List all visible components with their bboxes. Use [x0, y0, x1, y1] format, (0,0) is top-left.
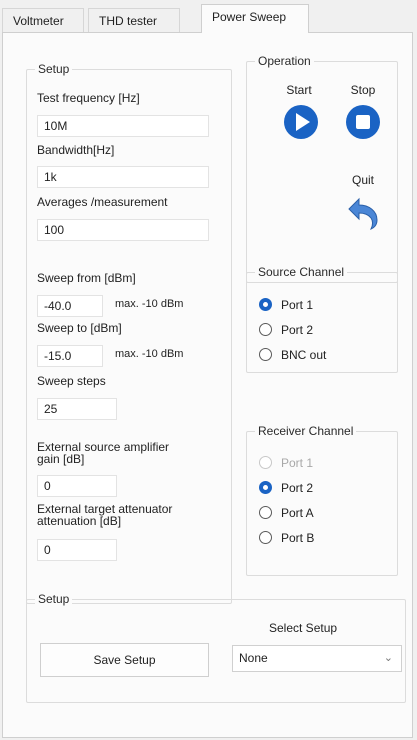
sweep-to-input[interactable]: -15.0 — [37, 345, 103, 367]
source-port2-label: Port 2 — [281, 323, 314, 337]
ext-att-input[interactable]: 0 — [37, 539, 117, 561]
ext-amp-input[interactable]: 0 — [37, 475, 117, 497]
ext-att-label-line2: attenuation [dB] — [37, 514, 122, 528]
quit-label: Quit — [351, 173, 374, 187]
averages-input[interactable]: 100 — [37, 219, 209, 241]
stop-label: Stop — [350, 83, 376, 97]
radio-checked-icon — [259, 481, 272, 494]
radio-unchecked-icon — [259, 323, 272, 336]
tab-voltmeter-label: Voltmeter — [13, 14, 64, 28]
sweep-from-max-label: max. -10 dBm — [115, 298, 184, 310]
receiver-port2-label: Port 2 — [281, 481, 314, 495]
test-frequency-input[interactable]: 10M — [37, 115, 209, 137]
source-channel-title: Source Channel — [255, 265, 348, 279]
save-setup-label: Save Setup — [93, 653, 156, 667]
receiver-portA-label: Port A — [281, 506, 314, 520]
tab-power-sweep[interactable]: Power Sweep — [201, 4, 309, 33]
sweep-steps-label: Sweep steps — [37, 374, 106, 388]
sweep-from-input[interactable]: -40.0 — [37, 295, 103, 317]
sweep-to-max-label: max. -10 dBm — [115, 348, 184, 360]
operation-group-title: Operation — [255, 54, 314, 68]
start-label: Start — [286, 83, 312, 97]
chevron-down-icon: ⌄ — [383, 652, 393, 664]
sweep-steps-input[interactable]: 25 — [37, 398, 117, 420]
bottom-setup-title: Setup — [35, 592, 73, 606]
source-bnc-radio[interactable]: BNC out — [259, 346, 326, 364]
ext-att-label: External target attenuator attenuation [… — [37, 503, 172, 527]
radio-unchecked-icon — [259, 348, 272, 361]
receiver-port2-radio[interactable]: Port 2 — [259, 479, 313, 497]
power-sweep-panel: Setup Test frequency [Hz] 10M Bandwidth[… — [2, 32, 413, 738]
source-bnc-label: BNC out — [281, 348, 327, 362]
receiver-port1-label: Port 1 — [281, 456, 314, 470]
ext-amp-label-line2: gain [dB] — [37, 452, 85, 466]
receiver-channel-title: Receiver Channel — [255, 424, 357, 438]
radio-unchecked-icon — [259, 506, 272, 519]
source-port2-radio[interactable]: Port 2 — [259, 321, 313, 339]
bandwidth-label: Bandwidth[Hz] — [37, 143, 115, 157]
radio-disabled-icon — [259, 456, 272, 469]
tab-bar: Voltmeter THD tester Power Sweep — [0, 0, 417, 33]
source-port1-radio[interactable]: Port 1 — [259, 296, 313, 314]
tab-thd-tester[interactable]: THD tester — [88, 8, 180, 32]
radio-unchecked-icon — [259, 531, 272, 544]
select-setup-label: Select Setup — [269, 621, 338, 635]
select-setup-value: None — [239, 651, 268, 665]
save-setup-button[interactable]: Save Setup — [40, 643, 209, 677]
receiver-port1-radio: Port 1 — [259, 454, 313, 472]
sweep-from-label: Sweep from [dBm] — [37, 271, 136, 285]
receiver-portB-label: Port B — [281, 531, 315, 545]
source-port1-label: Port 1 — [281, 298, 314, 312]
play-icon — [284, 105, 318, 139]
setup-group-title: Setup — [35, 62, 73, 76]
tab-power-sweep-label: Power Sweep — [212, 10, 287, 24]
stop-icon — [346, 105, 380, 139]
ext-amp-label: External source amplifier gain [dB] — [37, 441, 169, 465]
averages-label: Averages /measurement — [37, 195, 168, 209]
bandwidth-input[interactable]: 1k — [37, 166, 209, 188]
receiver-portB-radio[interactable]: Port B — [259, 529, 314, 547]
undo-arrow-icon — [348, 197, 378, 230]
stop-button[interactable] — [345, 104, 381, 140]
start-button[interactable] — [283, 104, 319, 140]
test-frequency-label: Test frequency [Hz] — [37, 91, 140, 105]
quit-button[interactable] — [343, 193, 383, 233]
select-setup-dropdown[interactable]: None ⌄ — [232, 645, 402, 672]
receiver-portA-radio[interactable]: Port A — [259, 504, 314, 522]
tab-thd-tester-label: THD tester — [99, 14, 158, 28]
tab-voltmeter[interactable]: Voltmeter — [2, 8, 84, 32]
radio-checked-icon — [259, 298, 272, 311]
sweep-to-label: Sweep to [dBm] — [37, 321, 122, 335]
